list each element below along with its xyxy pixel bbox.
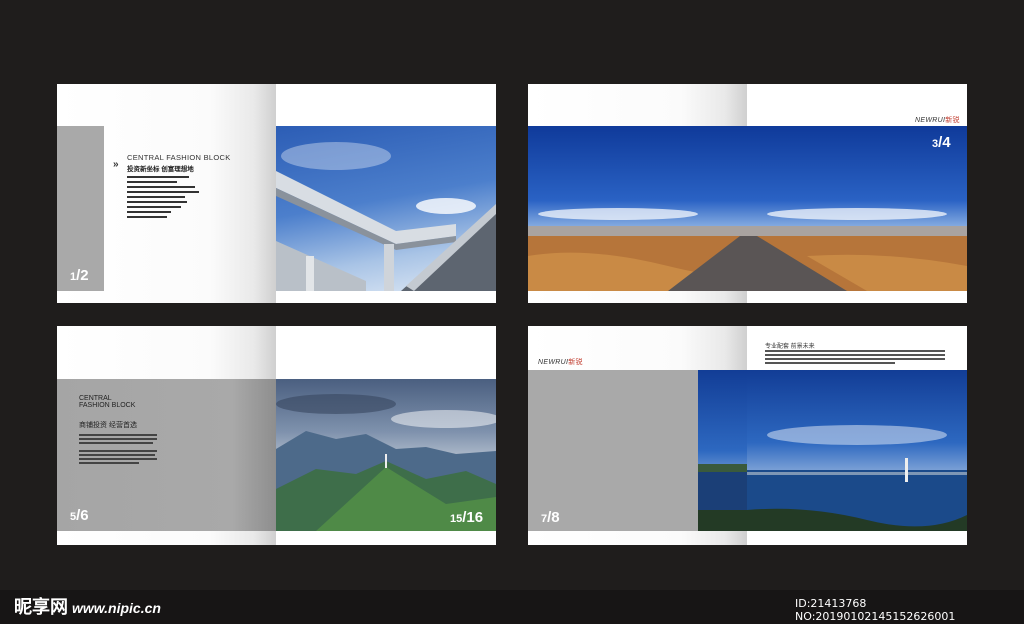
subheading: 商铺投资 经营首选 xyxy=(79,422,137,429)
page-number-7-8: 7/8 xyxy=(541,509,560,526)
spread-3-right-page: 15/16 xyxy=(276,326,496,545)
heading: CENTRAL FASHION BLOCK xyxy=(127,153,231,162)
bay-photo-right xyxy=(747,370,967,531)
image-id-label: ID:21413768 NO:20190102145152626001 xyxy=(795,597,956,623)
watermark-logo: 昵享网 www.nipic.cn xyxy=(14,597,161,617)
brand-logo: NEWRUI新锐 xyxy=(915,117,960,124)
spread-4-left-page: NEWRUI新锐 7/8 xyxy=(528,326,747,545)
spread-1-right-page xyxy=(276,84,496,303)
section-title: 专业配套 前景未来 xyxy=(765,344,815,350)
spread-2-right-page: NEWRUI新锐 3/4 xyxy=(747,84,967,303)
page-number-15-16: 15/16 xyxy=(450,509,484,526)
spread-2-left-page xyxy=(528,84,747,303)
spread-3-left-page: CENTRAL FASHION BLOCK 商铺投资 经营首选 5/6 xyxy=(57,326,276,545)
page-number-5-6: 5/6 xyxy=(70,507,89,524)
spread-1-left-page: 1/2 » CENTRAL FASHION BLOCK 投资新坐标 创富理想地 xyxy=(57,84,276,303)
bay-photo-left xyxy=(698,370,747,531)
brochure-spread-1: 1/2 » CENTRAL FASHION BLOCK 投资新坐标 创富理想地 xyxy=(57,84,496,303)
heading-line-2: FASHION BLOCK xyxy=(79,402,136,409)
spread-4-right-page: 专业配套 前景未来 xyxy=(747,326,967,545)
heading-line-1: CENTRAL xyxy=(79,395,112,402)
gray-panel xyxy=(528,370,698,531)
overpass-photo xyxy=(276,126,496,291)
page-number-1-2: 1/2 xyxy=(70,267,89,284)
subheading: 投资新坐标 创富理想地 xyxy=(127,166,194,173)
brochure-spread-2: NEWRUI新锐 3/4 xyxy=(528,84,967,303)
page-number-3-4: 3/4 xyxy=(932,134,951,151)
brochure-spread-4: NEWRUI新锐 7/8 专业配套 前景未来 xyxy=(528,326,967,545)
brand-logo: NEWRUI新锐 xyxy=(538,359,583,366)
brochure-spread-3: CENTRAL FASHION BLOCK 商铺投资 经营首选 5/6 15/1… xyxy=(57,326,496,545)
double-chevron-icon: » xyxy=(113,159,119,170)
desert-road-photo-left xyxy=(528,126,747,291)
